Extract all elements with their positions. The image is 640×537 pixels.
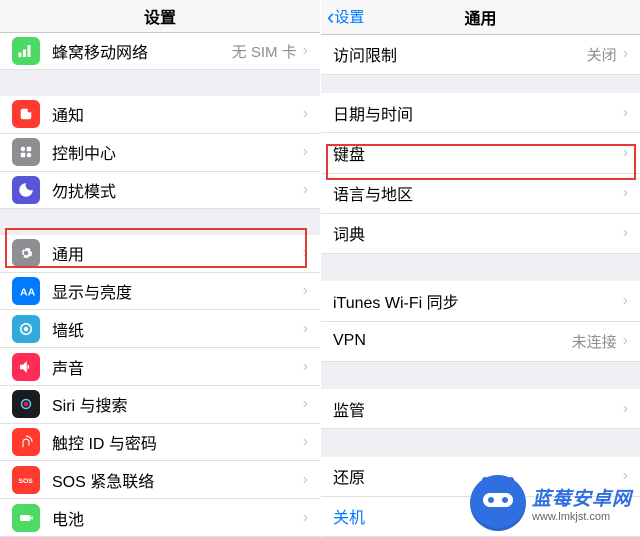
row-language-region[interactable]: 语言与地区 ›	[321, 174, 640, 214]
row-siri[interactable]: Siri 与搜索 ›	[0, 386, 320, 424]
row-label: 通知	[52, 102, 303, 126]
row-label: 控制中心	[52, 140, 303, 164]
row-label: 语言与地区	[333, 181, 623, 205]
row-label: 通用	[52, 241, 303, 265]
chevron-right-icon: ›	[303, 282, 308, 300]
watermark-logo-icon	[470, 475, 526, 531]
general-title: 通用	[464, 5, 496, 29]
chevron-right-icon: ›	[303, 358, 308, 376]
row-label: Siri 与搜索	[52, 392, 303, 416]
row-label: 蜂窝移动网络	[52, 39, 232, 63]
back-label: 设置	[334, 6, 364, 27]
chevron-right-icon: ›	[623, 332, 628, 350]
row-label: iTunes Wi-Fi 同步	[333, 289, 623, 313]
row-display[interactable]: AA 显示与亮度 ›	[0, 273, 320, 311]
row-control-center[interactable]: 控制中心 ›	[0, 134, 320, 172]
chevron-right-icon: ›	[623, 184, 628, 202]
sound-icon	[12, 353, 40, 381]
row-label: 墙纸	[52, 317, 303, 341]
row-label: 触控 ID 与密码	[52, 430, 303, 454]
settings-panel: 设置 蜂窝移动网络 无 SIM 卡 › 通知 › 控制中心 ›	[0, 0, 320, 537]
row-label: 键盘	[333, 141, 623, 165]
row-label: 日期与时间	[333, 101, 623, 125]
row-sound[interactable]: 声音 ›	[0, 348, 320, 386]
chevron-right-icon: ›	[303, 244, 308, 262]
touchid-icon	[12, 428, 40, 456]
general-panel: ‹ 设置 通用 访问限制 关闭 › 日期与时间 › 键盘 › 语言与地区 › 词…	[320, 0, 640, 537]
chevron-right-icon: ›	[303, 143, 308, 161]
chevron-right-icon: ›	[303, 42, 308, 60]
general-header: ‹ 设置 通用	[321, 0, 640, 35]
general-icon	[12, 239, 40, 267]
watermark: 蓝莓安卓网 www.lmkjst.com	[470, 475, 632, 531]
row-cellular[interactable]: 蜂窝移动网络 无 SIM 卡 ›	[0, 33, 320, 71]
chevron-right-icon: ›	[303, 105, 308, 123]
row-dictionary[interactable]: 词典 ›	[321, 214, 640, 254]
settings-title: 设置	[144, 4, 176, 28]
chevron-right-icon: ›	[303, 471, 308, 489]
cellular-icon	[12, 37, 40, 65]
chevron-right-icon: ›	[623, 45, 628, 63]
display-icon: AA	[12, 277, 40, 305]
row-value: 无 SIM 卡	[232, 41, 297, 62]
row-touchid[interactable]: 触控 ID 与密码 ›	[0, 424, 320, 462]
row-label: VPN	[333, 332, 572, 350]
row-supervision[interactable]: 监管 ›	[321, 389, 640, 429]
row-date-time[interactable]: 日期与时间 ›	[321, 93, 640, 133]
row-restrictions[interactable]: 访问限制 关闭 ›	[321, 35, 640, 75]
row-label: 词典	[333, 221, 623, 245]
settings-header: 设置	[0, 0, 320, 33]
svg-text:SOS: SOS	[19, 478, 34, 485]
row-itunes-wifi[interactable]: iTunes Wi-Fi 同步 ›	[321, 281, 640, 321]
watermark-title: 蓝莓安卓网	[532, 484, 632, 511]
sos-icon: SOS	[12, 466, 40, 494]
row-label: 访问限制	[333, 42, 587, 66]
row-sos[interactable]: SOS SOS 紧急联络 ›	[0, 461, 320, 499]
back-button[interactable]: ‹ 设置	[327, 6, 364, 28]
dnd-icon	[12, 176, 40, 204]
chevron-right-icon: ›	[623, 292, 628, 310]
watermark-url: www.lmkjst.com	[532, 511, 610, 523]
row-wallpaper[interactable]: 墙纸 ›	[0, 310, 320, 348]
row-keyboard[interactable]: 键盘 ›	[321, 133, 640, 173]
row-dnd[interactable]: 勿扰模式 ›	[0, 172, 320, 210]
chevron-right-icon: ›	[623, 144, 628, 162]
row-label: SOS 紧急联络	[52, 468, 303, 492]
row-label: 监管	[333, 397, 623, 421]
siri-icon	[12, 390, 40, 418]
chevron-right-icon: ›	[303, 395, 308, 413]
chevron-right-icon: ›	[623, 104, 628, 122]
notifications-icon	[12, 100, 40, 128]
row-label: 显示与亮度	[52, 279, 303, 303]
chevron-right-icon: ›	[623, 400, 628, 418]
row-label: 勿扰模式	[52, 178, 303, 202]
wallpaper-icon	[12, 315, 40, 343]
row-general[interactable]: 通用 ›	[0, 235, 320, 273]
chevron-right-icon: ›	[303, 433, 308, 451]
row-label: 声音	[52, 355, 303, 379]
row-value: 未连接	[572, 331, 617, 352]
chevron-left-icon: ‹	[327, 6, 334, 28]
svg-text:AA: AA	[20, 287, 35, 299]
chevron-right-icon: ›	[303, 509, 308, 527]
chevron-right-icon: ›	[623, 224, 628, 242]
chevron-right-icon: ›	[303, 181, 308, 199]
chevron-right-icon: ›	[303, 320, 308, 338]
row-vpn[interactable]: VPN 未连接 ›	[321, 322, 640, 362]
battery-icon	[12, 504, 40, 532]
row-notifications[interactable]: 通知 ›	[0, 96, 320, 134]
control-center-icon	[12, 138, 40, 166]
row-battery[interactable]: 电池 ›	[0, 499, 320, 537]
row-value: 关闭	[587, 44, 617, 65]
row-label: 电池	[52, 506, 303, 530]
